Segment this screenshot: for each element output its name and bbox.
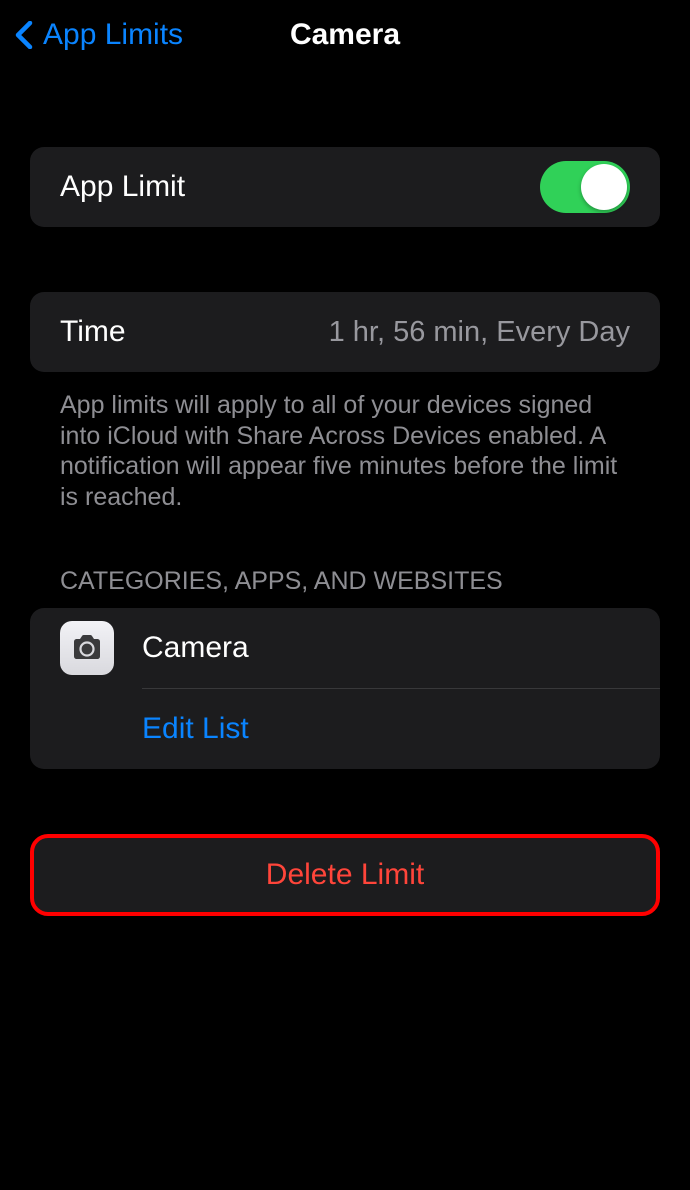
time-label: Time bbox=[60, 315, 126, 349]
apps-group: Camera Edit List bbox=[30, 608, 660, 769]
app-limit-label: App Limit bbox=[60, 170, 185, 204]
back-label: App Limits bbox=[43, 18, 183, 52]
app-limit-toggle[interactable] bbox=[540, 161, 630, 213]
delete-limit-label: Delete Limit bbox=[266, 858, 424, 892]
app-limit-row: App Limit bbox=[30, 147, 660, 227]
chevron-left-icon bbox=[15, 21, 33, 49]
edit-list-row[interactable]: Edit List bbox=[30, 689, 660, 769]
navigation-bar: App Limits Camera bbox=[0, 0, 690, 70]
categories-header: CATEGORIES, APPS, AND WEBSITES bbox=[30, 512, 660, 608]
time-row[interactable]: Time 1 hr, 56 min, Every Day bbox=[30, 292, 660, 372]
camera-icon bbox=[60, 621, 114, 675]
delete-limit-button[interactable]: Delete Limit bbox=[30, 834, 660, 916]
app-row-camera: Camera bbox=[30, 608, 660, 688]
back-button[interactable]: App Limits bbox=[15, 18, 183, 52]
edit-list-label: Edit List bbox=[142, 712, 249, 746]
description-text: App limits will apply to all of your dev… bbox=[30, 372, 660, 512]
page-title: Camera bbox=[290, 18, 400, 52]
time-group: Time 1 hr, 56 min, Every Day bbox=[30, 292, 660, 372]
app-limit-group: App Limit bbox=[30, 147, 660, 227]
toggle-knob bbox=[581, 164, 627, 210]
time-value: 1 hr, 56 min, Every Day bbox=[329, 316, 630, 349]
app-name-label: Camera bbox=[142, 631, 249, 665]
